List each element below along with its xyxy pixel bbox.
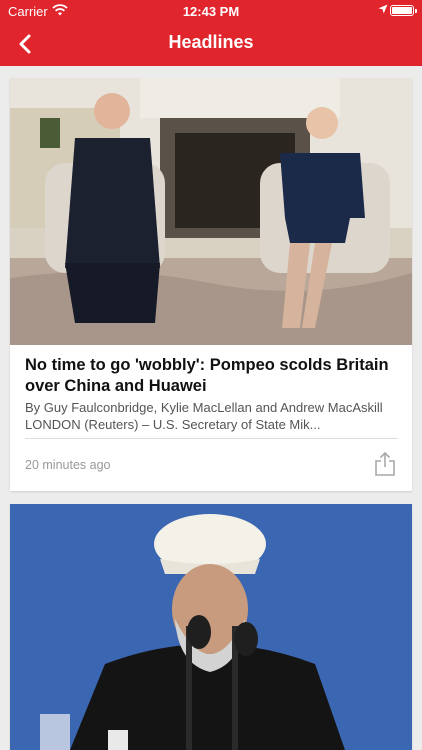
- location-arrow-icon: [378, 4, 388, 14]
- article-photo[interactable]: [10, 78, 412, 345]
- app-header: Carrier 12:43 PM Headlines: [0, 0, 422, 66]
- card-divider: [25, 438, 398, 439]
- status-time: 12:43 PM: [182, 4, 240, 19]
- article-headline[interactable]: No time to go 'wobbly': Pompeo scolds Br…: [25, 355, 400, 397]
- navigation-bar: Headlines: [0, 22, 422, 66]
- article-card[interactable]: [10, 504, 412, 750]
- article-summary: By Guy Faulconbridge, Kylie MacLellan an…: [25, 400, 383, 432]
- status-bar: Carrier 12:43 PM: [0, 0, 422, 22]
- share-icon[interactable]: [374, 451, 396, 477]
- article-card[interactable]: No time to go 'wobbly': Pompeo scolds Br…: [10, 78, 412, 491]
- headlines-screen: Carrier 12:43 PM Headlines No time to go…: [0, 0, 422, 750]
- article-photo[interactable]: [10, 504, 412, 750]
- page-title: Headlines: [168, 32, 254, 52]
- battery-icon: [390, 5, 417, 16]
- article-timestamp: 20 minutes ago: [25, 458, 111, 472]
- battery-level: [392, 7, 412, 14]
